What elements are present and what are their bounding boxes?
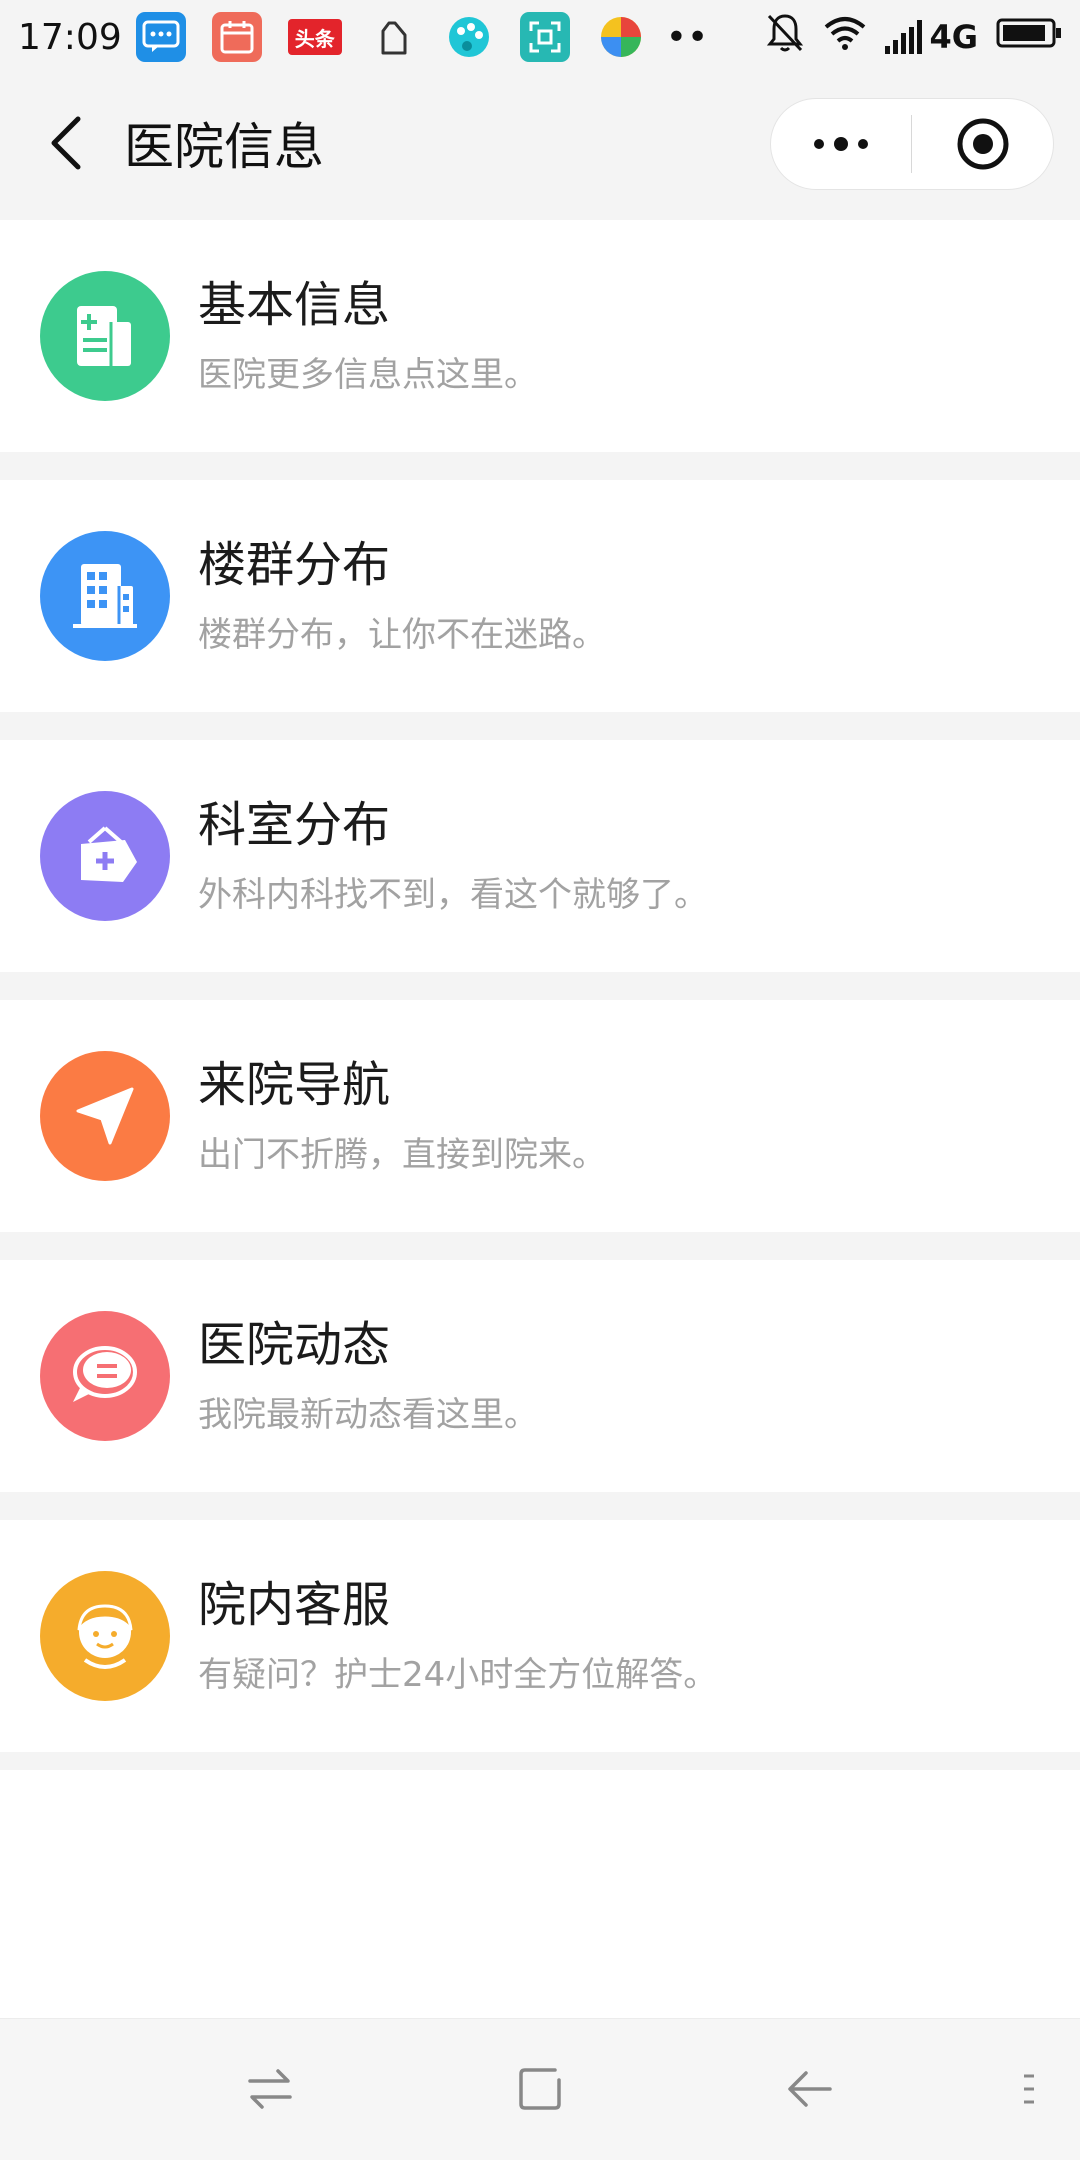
item-title: 医院动态 — [198, 1317, 391, 1373]
building-icon — [40, 531, 170, 661]
home-button[interactable] — [510, 2059, 570, 2119]
square-home-icon — [519, 2068, 561, 2110]
hospital-info-list: 基本信息 医院更多信息点这里。 楼群分布 楼群分布，让你不在迷路。 科室分布 外… — [0, 212, 1080, 1752]
toutiao-label: 头条 — [294, 26, 335, 51]
close-miniprogram-button[interactable] — [912, 98, 1053, 190]
mute-bell-icon — [765, 12, 805, 63]
item-title: 院内客服 — [198, 1577, 391, 1633]
miniprogram-capsule — [770, 98, 1054, 190]
list-item-building-distribution[interactable]: 楼群分布 楼群分布，让你不在迷路。 — [0, 480, 1080, 712]
medical-bag-icon — [40, 791, 170, 921]
list-item-hospital-news[interactable]: 医院动态 我院最新动态看这里。 — [0, 1260, 1080, 1492]
page-title: 医院信息 — [124, 118, 324, 176]
swap-arrows-icon — [248, 2069, 292, 2109]
arrow-left-icon — [788, 2071, 832, 2107]
more-notifications-indicator: •• — [665, 16, 709, 58]
status-bar: 17:09 头条 •• 4G — [0, 0, 1080, 74]
item-subtitle: 我院最新动态看这里。 — [198, 1395, 538, 1435]
item-subtitle: 出门不折腾，直接到院来。 — [198, 1135, 606, 1175]
system-navigation-bar — [0, 2018, 1080, 2160]
status-time: 17:09 — [18, 16, 122, 58]
back-button[interactable] — [36, 113, 96, 173]
toutiao-icon: 头条 — [287, 19, 342, 55]
item-subtitle: 有疑问？护士24小时全方位解答。 — [198, 1655, 718, 1695]
palette-icon — [444, 12, 494, 62]
empty-content-area — [0, 1770, 1080, 2018]
status-indicators: 4G — [765, 12, 1062, 63]
list-item-navigation[interactable]: 来院导航 出门不折腾，直接到院来。 — [0, 1000, 1080, 1232]
screen: 17:09 头条 •• 4G 医院信息 基本信息 医院更多信息点这里。 楼群分布… — [0, 0, 1080, 2160]
document-icon — [40, 271, 170, 401]
list-item-customer-service[interactable]: 院内客服 有疑问？护士24小时全方位解答。 — [0, 1520, 1080, 1752]
item-subtitle: 医院更多信息点这里。 — [198, 355, 538, 395]
browser-icon — [596, 12, 646, 62]
target-close-icon — [957, 118, 1008, 170]
wifi-icon — [823, 15, 867, 60]
chevron-left-icon — [51, 116, 81, 170]
more-dots-icon — [814, 137, 868, 151]
item-title: 来院导航 — [198, 1057, 391, 1113]
calendar-icon — [211, 12, 262, 62]
chat-bubble-icon — [40, 1311, 170, 1441]
scan-icon — [519, 12, 570, 62]
item-subtitle: 外科内科找不到，看这个就够了。 — [198, 875, 708, 915]
item-title: 基本信息 — [198, 277, 391, 333]
item-subtitle: 楼群分布，让你不在迷路。 — [198, 615, 606, 655]
navigation-bar: 医院信息 — [0, 74, 1080, 212]
nurse-icon — [40, 1571, 170, 1701]
list-item-department-distribution[interactable]: 科室分布 外科内科找不到，看这个就够了。 — [0, 740, 1080, 972]
message-icon — [135, 12, 186, 62]
network-type: 4G — [929, 18, 978, 56]
menu-lines-button[interactable] — [1000, 2059, 1060, 2119]
menu-lines-icon — [1024, 2074, 1034, 2104]
list-item-basic-info[interactable]: 基本信息 医院更多信息点这里。 — [0, 220, 1080, 452]
switch-apps-button[interactable] — [240, 2059, 300, 2119]
clipboard-icon — [368, 12, 418, 62]
item-title: 楼群分布 — [198, 537, 391, 593]
more-button[interactable] — [771, 98, 911, 190]
navigation-arrow-icon — [40, 1051, 170, 1181]
item-title: 科室分布 — [198, 797, 391, 853]
system-back-button[interactable] — [780, 2059, 840, 2119]
battery-icon — [996, 17, 1062, 58]
signal-icon — [885, 20, 925, 54]
